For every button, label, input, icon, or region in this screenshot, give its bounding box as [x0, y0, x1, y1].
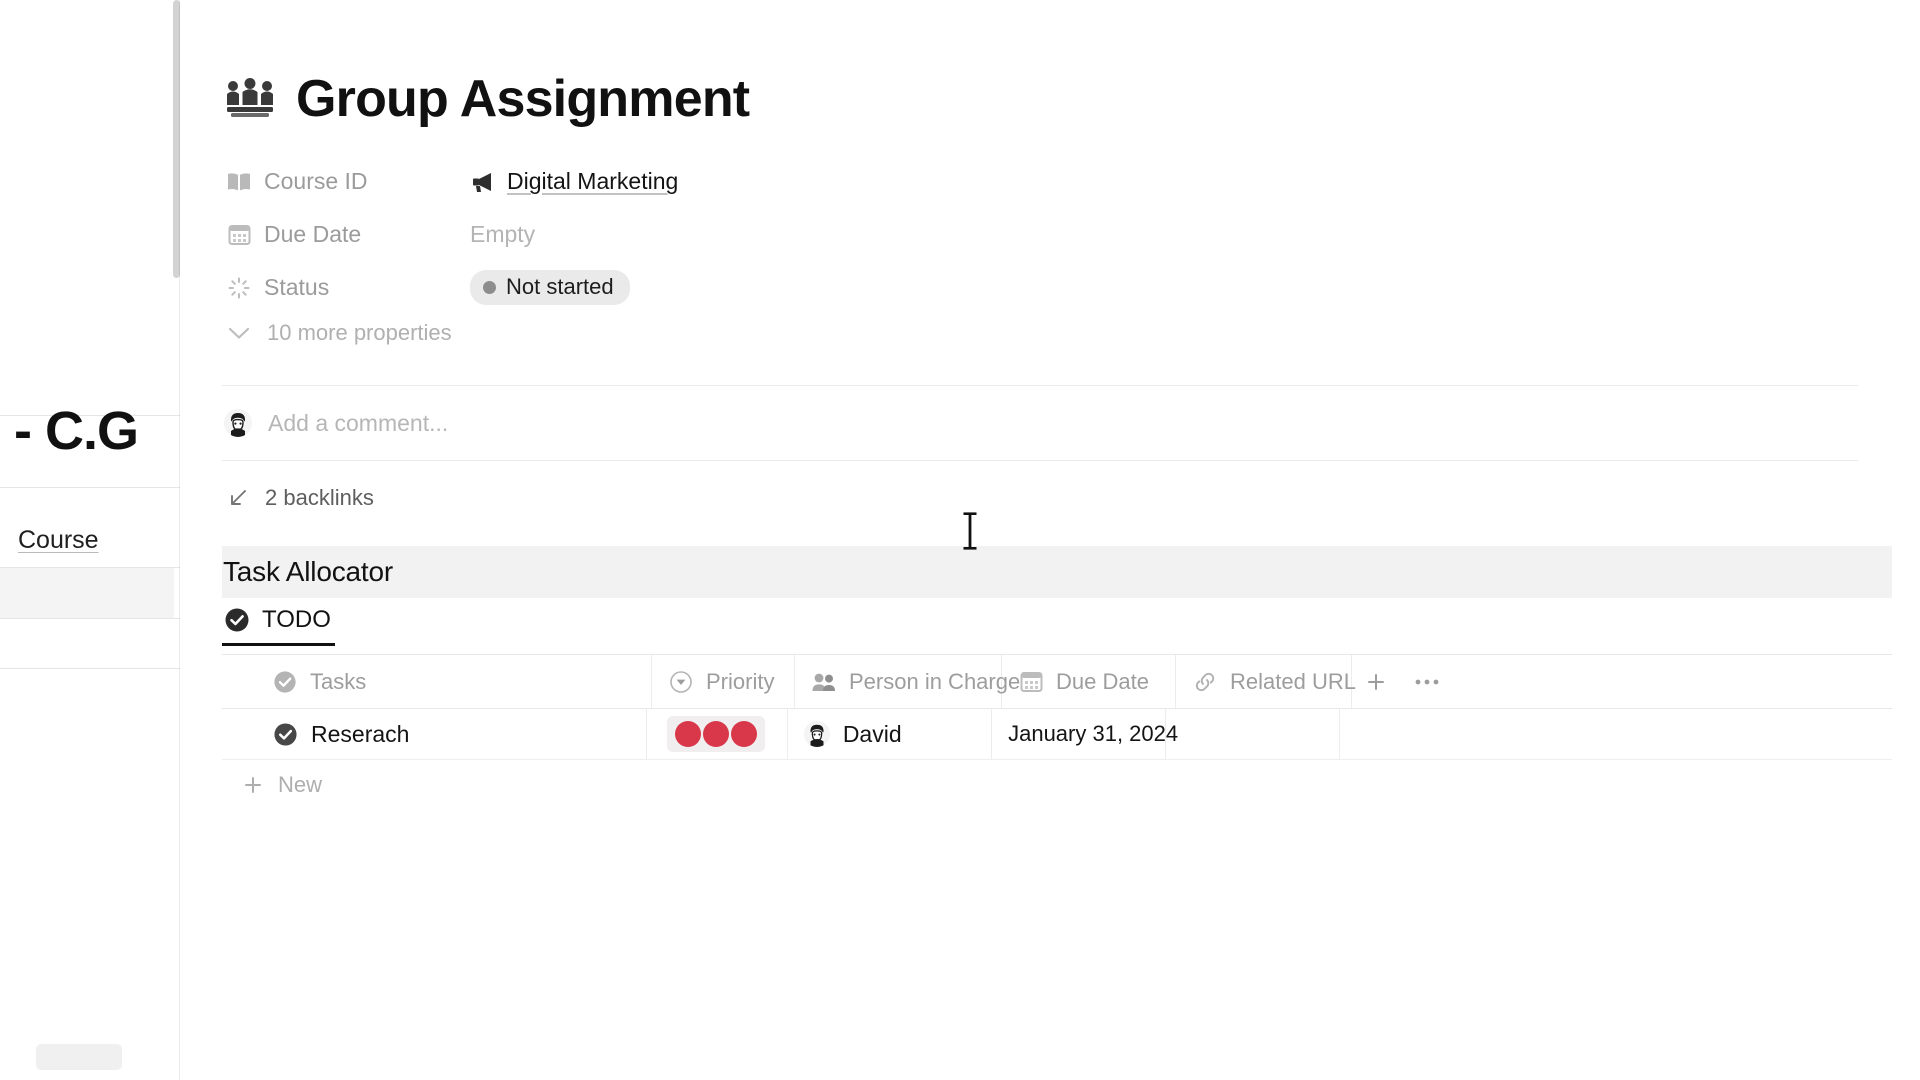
page-title-row: Group Assignment [222, 70, 750, 128]
priority-chip [666, 716, 765, 752]
property-label-course-id: Course ID [224, 168, 470, 195]
background-divider [0, 668, 186, 669]
task-table: Tasks Priority Person in Charge Due Date… [222, 654, 1892, 810]
table-row[interactable]: Reserach David January 31, 2024 [222, 709, 1892, 760]
background-course-link[interactable]: Course [18, 526, 99, 555]
status-badge[interactable]: Not started [470, 270, 630, 305]
table-more-options-button[interactable] [1399, 655, 1455, 708]
task-title: Reserach [311, 720, 410, 747]
database-view-tabs: TODO [222, 606, 353, 646]
background-row-highlight[interactable] [0, 568, 174, 618]
more-properties-toggle[interactable]: 10 more properties [224, 320, 452, 346]
backlinks-toggle[interactable]: 2 backlinks [225, 485, 374, 511]
column-header-tasks[interactable]: Tasks [222, 655, 652, 708]
add-column-button[interactable] [1352, 655, 1399, 708]
circle-check-icon [272, 669, 298, 695]
circle-check-icon[interactable] [272, 721, 298, 747]
arrow-down-left-icon [225, 485, 251, 511]
comment-divider-top [222, 385, 1858, 386]
property-name: Course ID [264, 168, 368, 194]
circle-check-icon [224, 607, 250, 633]
tab-label: TODO [262, 606, 331, 633]
property-value-course-id[interactable]: Digital Marketing [470, 168, 678, 195]
property-value-status[interactable]: Not started [470, 270, 630, 305]
backlinks-label: 2 backlinks [265, 485, 374, 510]
property-value-due-date[interactable]: Empty [470, 221, 535, 248]
status-label: Not started [506, 274, 614, 299]
page-properties: Course ID Digital Marketing Due Date Emp… [224, 155, 1224, 314]
user-avatar [803, 721, 830, 747]
property-name: Due Date [264, 221, 362, 247]
column-header-label: Tasks [310, 668, 367, 694]
new-row-label: New [278, 772, 323, 797]
spinner-icon [226, 275, 252, 301]
background-divider [0, 618, 186, 619]
status-dot-icon [483, 280, 496, 294]
column-header-label: Related URL [1230, 668, 1356, 694]
book-icon [226, 169, 252, 195]
property-name: Status [264, 274, 330, 300]
column-header-priority[interactable]: Priority [652, 655, 795, 708]
property-label-status: Status [224, 274, 470, 301]
people-icon [811, 669, 837, 695]
cell-task-title[interactable]: Reserach [222, 709, 647, 759]
cell-row-trailing-space [1340, 709, 1892, 759]
column-header-label: Priority [706, 668, 775, 694]
calendar-icon [226, 222, 252, 248]
column-header-label: Person in Charge [849, 668, 1021, 694]
page-title: Group Assignment [296, 70, 750, 128]
property-row-status[interactable]: Status Not started [224, 261, 1224, 314]
section-heading-task-allocator[interactable]: Task Allocator [222, 546, 1892, 598]
table-header-row: Tasks Priority Person in Charge Due Date… [222, 654, 1892, 709]
cell-related-url[interactable] [1166, 709, 1340, 759]
background-truncated-title: - C.G [14, 401, 139, 461]
page-panel: Group Assignment Course ID Digital Marke… [186, 0, 1920, 1080]
app-root: - C.G Course Group Assignment Course ID … [0, 0, 1920, 1080]
property-label-due-date: Due Date [224, 221, 470, 248]
priority-dot-icon [702, 721, 729, 747]
ellipsis-icon [1414, 669, 1440, 695]
new-row-button[interactable]: New [222, 760, 1892, 810]
tab-todo[interactable]: TODO [222, 606, 353, 646]
vertical-scrollbar-thumb[interactable] [173, 0, 180, 278]
cell-priority[interactable] [647, 709, 788, 759]
property-row-course-id[interactable]: Course ID Digital Marketing [224, 155, 1224, 208]
column-header-label: Due Date [1056, 668, 1149, 694]
calendar-icon [1018, 669, 1044, 695]
megaphone-icon [470, 169, 496, 195]
plus-icon [1363, 669, 1389, 695]
comment-input-placeholder[interactable]: Add a comment... [268, 410, 448, 437]
circle-chevron-down-icon [668, 669, 694, 695]
priority-dot-icon [674, 721, 701, 747]
property-row-due-date[interactable]: Due Date Empty [224, 208, 1224, 261]
plus-icon [240, 772, 266, 798]
background-panel: - C.G Course [0, 0, 186, 1080]
due-date-value: January 31, 2024 [1008, 721, 1179, 746]
column-header-due-date[interactable]: Due Date [1002, 655, 1176, 708]
background-divider [0, 487, 186, 488]
section-heading-label: Task Allocator [223, 556, 393, 587]
column-header-person-in-charge[interactable]: Person in Charge [795, 655, 1020, 708]
user-avatar [224, 409, 252, 437]
text-cursor [962, 510, 978, 552]
priority-dot-icon [730, 721, 757, 747]
due-date-empty-value: Empty [470, 221, 536, 247]
chevron-down-icon [226, 320, 252, 346]
cell-due-date[interactable]: January 31, 2024 [992, 709, 1178, 759]
person-name: David [842, 720, 902, 747]
background-bottom-button[interactable] [36, 1044, 122, 1070]
people-meeting-icon [222, 72, 278, 126]
link-icon [1192, 669, 1218, 695]
column-header-related-url[interactable]: Related URL [1176, 655, 1356, 708]
add-comment-row[interactable]: Add a comment... [224, 409, 448, 437]
more-properties-label: 10 more properties [267, 320, 452, 345]
comment-divider-bottom [222, 460, 1858, 461]
cell-person-in-charge[interactable]: David [788, 709, 993, 759]
course-id-relation-link[interactable]: Digital Marketing [507, 168, 678, 195]
